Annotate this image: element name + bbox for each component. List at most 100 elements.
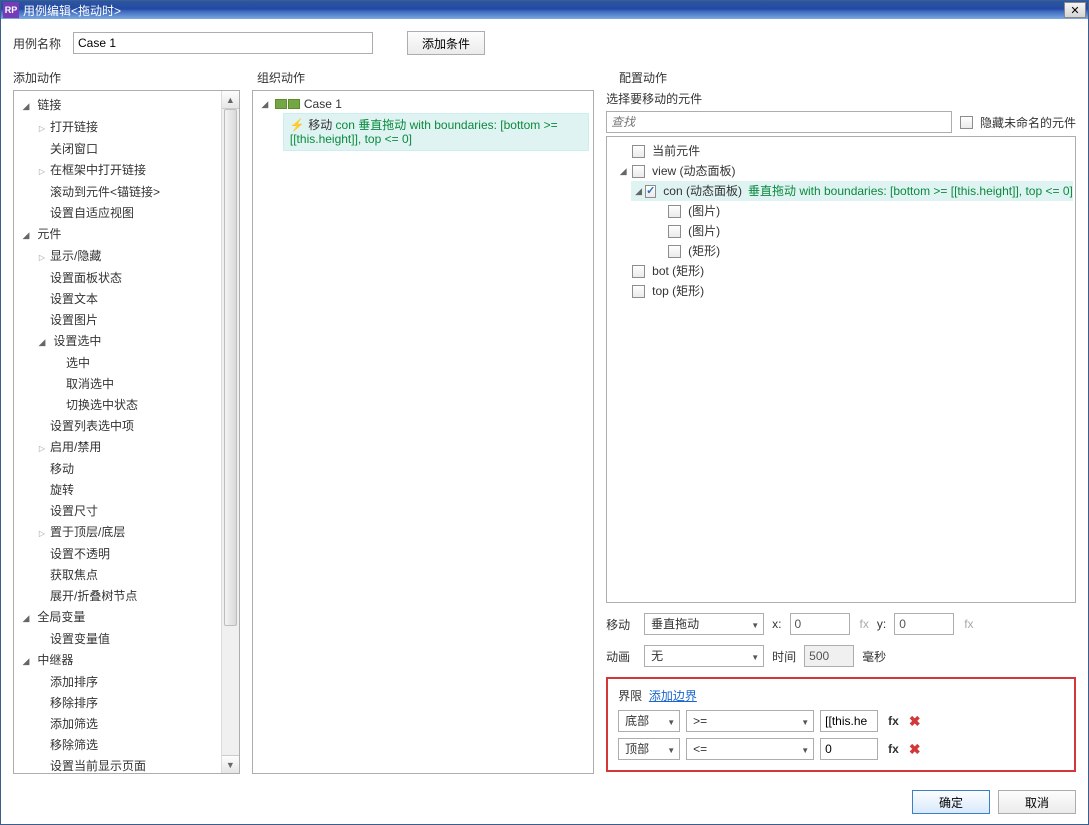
tree-item[interactable]: 设置当前显示页面 — [36, 756, 219, 773]
scroll-thumb[interactable] — [224, 109, 237, 626]
case-node[interactable]: ◢ Case 1 — [257, 95, 589, 113]
collapse-icon[interactable]: ◢ — [20, 651, 32, 672]
case-name-input[interactable] — [73, 32, 373, 54]
bound-side-select[interactable]: 底部▼ — [618, 710, 680, 732]
scroll-up-icon[interactable]: ▲ — [222, 91, 239, 109]
tree-item[interactable]: 移除筛选 — [36, 735, 219, 756]
tree-item[interactable]: 选中 — [52, 353, 219, 374]
tree-item[interactable]: 设置不透明 — [36, 544, 219, 565]
tree-item[interactable]: 切换选中状态 — [52, 395, 219, 416]
case-label: Case 1 — [304, 97, 342, 111]
collapse-icon[interactable]: ◢ — [635, 181, 642, 201]
tree-item[interactable]: 设置尺寸 — [36, 501, 219, 522]
chevron-down-icon: ▼ — [801, 743, 809, 759]
collapse-icon[interactable]: ◢ — [617, 161, 629, 181]
tree-item[interactable]: ▷显示/隐藏 — [36, 246, 219, 268]
bounds-label: 界限 — [618, 689, 642, 703]
tree-item[interactable]: 取消选中 — [52, 374, 219, 395]
tree-item[interactable]: 添加排序 — [36, 672, 219, 693]
x-label: x: — [772, 617, 781, 631]
tree-item[interactable]: 关闭窗口 — [36, 139, 219, 160]
action-node[interactable]: ⚡ 移动 con 垂直拖动 with boundaries: [bottom >… — [283, 113, 589, 151]
window-title: 用例编辑<拖动时> — [23, 2, 1060, 19]
elem-img1[interactable]: (图片) — [649, 201, 1073, 221]
ok-button[interactable]: 确定 — [912, 790, 990, 814]
fx-button[interactable]: fx — [884, 741, 903, 757]
bolt-icon: ⚡ — [290, 118, 305, 132]
time-input[interactable] — [804, 645, 854, 667]
window-body: 用例名称 添加条件 添加动作 组织动作 配置动作 ◢ 链接 — [1, 19, 1088, 782]
elem-view[interactable]: ◢ view (动态面板) — [613, 161, 1073, 181]
tree-item[interactable]: ▷置于顶层/底层 — [36, 522, 219, 544]
tree-item[interactable]: 移动 — [36, 459, 219, 480]
fx-icon: fx — [964, 617, 973, 631]
chevron-down-icon: ▼ — [751, 650, 759, 666]
collapse-icon[interactable]: ◢ — [20, 225, 32, 246]
checkbox-icon[interactable] — [668, 225, 681, 238]
bound-op-select[interactable]: >=▼ — [686, 710, 814, 732]
elem-top[interactable]: top (矩形) — [613, 281, 1073, 301]
column-headers: 添加动作 组织动作 配置动作 — [13, 69, 1076, 86]
tree-item[interactable]: ▷启用/禁用 — [36, 437, 219, 459]
tree-item[interactable]: 获取焦点 — [36, 565, 219, 586]
tree-item[interactable]: 滚动到元件<锚链接> — [36, 182, 219, 203]
elem-bot[interactable]: bot (矩形) — [613, 261, 1073, 281]
tree-item[interactable]: 设置变量值 — [36, 629, 219, 650]
tree-item[interactable]: ▷打开链接 — [36, 117, 219, 139]
cancel-button[interactable]: 取消 — [998, 790, 1076, 814]
tree-item[interactable]: 设置图片 — [36, 310, 219, 331]
elem-current[interactable]: 当前元件 — [613, 141, 1073, 161]
checkbox-icon[interactable] — [632, 285, 645, 298]
scrollbar[interactable]: ▲ ▼ — [221, 91, 239, 773]
close-button[interactable]: ✕ — [1064, 2, 1086, 18]
delete-bound-button[interactable]: ✖ — [909, 741, 921, 758]
checkbox-icon[interactable] — [632, 265, 645, 278]
chevron-down-icon: ▼ — [667, 715, 675, 731]
checkbox-icon[interactable] — [645, 185, 656, 198]
search-input[interactable] — [606, 111, 951, 133]
checkbox-icon[interactable] — [960, 116, 973, 129]
move-type-select[interactable]: 垂直拖动▼ — [644, 613, 764, 635]
tree-group-links[interactable]: ◢ 链接 ▷打开链接 关闭窗口 ▷在框架中打开链接 滚动到元件<锚链接> 设置自… — [20, 95, 219, 224]
tree-group-widgets[interactable]: ◢ 元件 ▷显示/隐藏 设置面板状态 设置文本 设置图片 ◢ 设置选中 — [20, 224, 219, 607]
collapse-icon[interactable]: ◢ — [20, 608, 32, 629]
elem-rect1[interactable]: (矩形) — [649, 241, 1073, 261]
tree-item[interactable]: 设置文本 — [36, 289, 219, 310]
anim-type-select[interactable]: 无▼ — [644, 645, 764, 667]
hide-unnamed-option[interactable]: 隐藏未命名的元件 — [960, 114, 1076, 131]
animation-row: 动画 无▼ 时间 毫秒 — [606, 645, 1076, 667]
collapse-icon[interactable]: ◢ — [20, 96, 32, 117]
tree-item[interactable]: 添加筛选 — [36, 714, 219, 735]
chevron-down-icon: ▼ — [667, 743, 675, 759]
checkbox-icon[interactable] — [632, 165, 645, 178]
y-input[interactable] — [894, 613, 954, 635]
x-input[interactable] — [790, 613, 850, 635]
tree-group-repeater[interactable]: ◢ 中继器 添加排序 移除排序 添加筛选 移除筛选 设置当前显示页面 设置每页项… — [20, 650, 219, 773]
tree-item[interactable]: ▷在框架中打开链接 — [36, 160, 219, 182]
delete-bound-button[interactable]: ✖ — [909, 713, 921, 730]
bound-side-select[interactable]: 顶部▼ — [618, 738, 680, 760]
tree-item[interactable]: 设置面板状态 — [36, 268, 219, 289]
tree-item[interactable]: 设置列表选中项 — [36, 416, 219, 437]
bound-value-input[interactable] — [820, 710, 878, 732]
elem-con[interactable]: ◢ con (动态面板) 垂直拖动 with boundaries: [bott… — [631, 181, 1073, 201]
collapse-icon[interactable]: ◢ — [36, 332, 48, 353]
elem-img2[interactable]: (图片) — [649, 221, 1073, 241]
scroll-down-icon[interactable]: ▼ — [222, 755, 239, 773]
add-bounds-link[interactable]: 添加边界 — [649, 689, 697, 703]
tree-item[interactable]: 旋转 — [36, 480, 219, 501]
checkbox-icon[interactable] — [632, 145, 645, 158]
add-condition-button[interactable]: 添加条件 — [407, 31, 485, 55]
tree-group-setselected[interactable]: ◢ 设置选中 选中 取消选中 切换选中状态 — [36, 331, 219, 416]
tree-item[interactable]: 展开/折叠树节点 — [36, 586, 219, 607]
tree-item[interactable]: 设置自适应视图 — [36, 203, 219, 224]
tree-group-globals[interactable]: ◢ 全局变量 设置变量值 — [20, 607, 219, 650]
bound-row-2: 顶部▼ <=▼ fx ✖ — [618, 738, 1064, 760]
checkbox-icon[interactable] — [668, 245, 681, 258]
bound-value-input[interactable] — [820, 738, 878, 760]
fx-button[interactable]: fx — [884, 713, 903, 729]
bound-op-select[interactable]: <=▼ — [686, 738, 814, 760]
tree-item[interactable]: 移除排序 — [36, 693, 219, 714]
checkbox-icon[interactable] — [668, 205, 681, 218]
collapse-icon[interactable]: ◢ — [259, 99, 271, 110]
